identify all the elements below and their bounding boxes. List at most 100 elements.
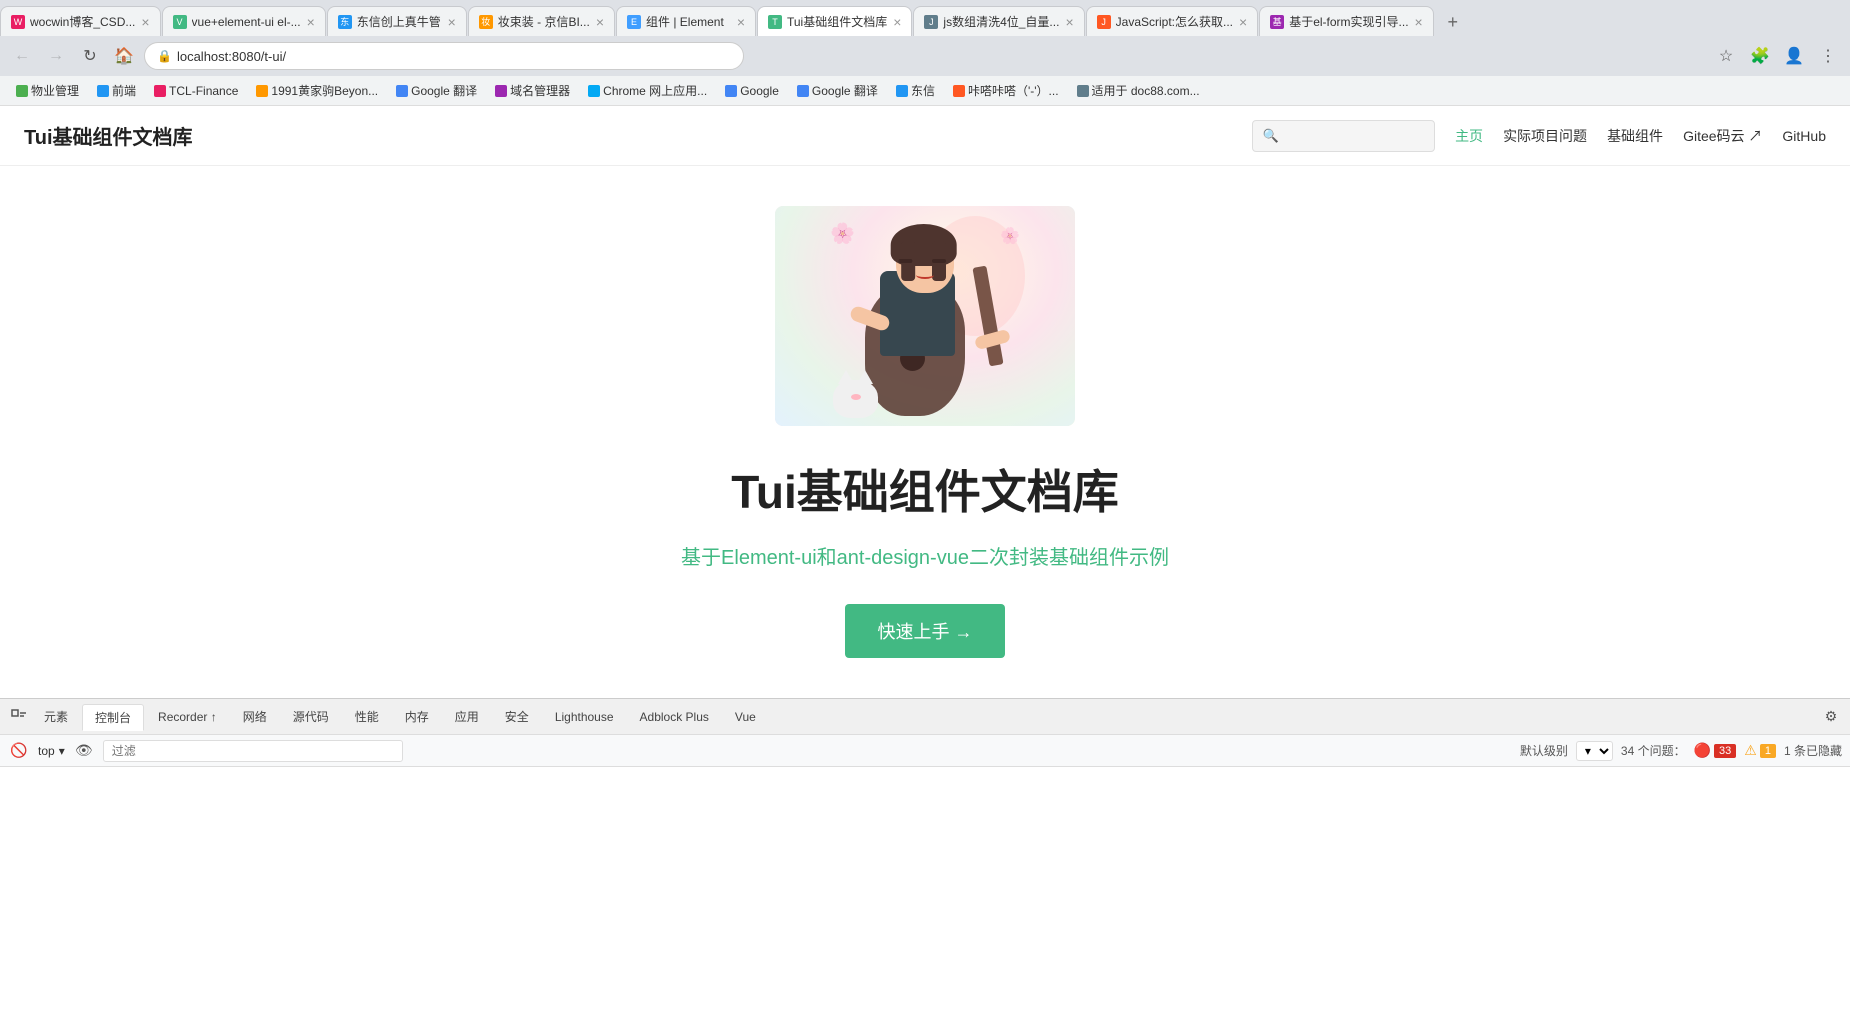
devtools-tab-security[interactable]: 安全: [493, 704, 541, 729]
back-button[interactable]: ←: [8, 42, 36, 70]
tab-favicon-2: V: [173, 15, 187, 29]
devtools-tab-network[interactable]: 网络: [231, 704, 279, 729]
nav-link-issues[interactable]: 实际项目问题: [1503, 126, 1587, 146]
bookmarks-bar: 物业管理 前端 TCL-Finance 1991黄家驹Beyon... Goog…: [0, 76, 1850, 106]
menu-button[interactable]: ⋮: [1814, 42, 1842, 70]
bookmark-favicon-5: [396, 85, 408, 97]
devtools-tab-application[interactable]: 应用: [443, 704, 491, 729]
devtools-tab-memory[interactable]: 内存: [393, 704, 441, 729]
bookmark-5[interactable]: Google 翻译: [388, 80, 485, 101]
forward-button[interactable]: →: [42, 42, 70, 70]
bookmark-label-2: 前端: [112, 82, 136, 99]
tab-1[interactable]: W wocwin博客_CSD... ×: [0, 6, 161, 36]
devtools-tab-elements[interactable]: 元素: [32, 704, 80, 729]
devtools-tab-recorder[interactable]: Recorder ↑: [146, 706, 229, 728]
tab-close-2[interactable]: ×: [301, 14, 315, 30]
tab-close-8[interactable]: ×: [1233, 14, 1247, 30]
bookmark-label-3: TCL-Finance: [169, 84, 238, 98]
search-input[interactable]: [1284, 128, 1424, 143]
nav-search[interactable]: 🔍: [1252, 120, 1435, 152]
profile-button[interactable]: 👤: [1780, 42, 1808, 70]
tab-label-9: 基于el-form实现引导...: [1289, 13, 1408, 30]
bookmark-9[interactable]: Google 翻译: [789, 80, 886, 101]
page-content: Tui基础组件文档库 🔍 主页 实际项目问题 基础组件 Gitee码云 ↗ Gi…: [0, 106, 1850, 698]
tab-9[interactable]: 基 基于el-form实现引导... ×: [1259, 6, 1434, 36]
tab-5[interactable]: E 组件 | Element ×: [616, 6, 756, 36]
filter-input[interactable]: [103, 740, 403, 762]
nav-link-github[interactable]: GitHub: [1782, 128, 1826, 144]
bookmark-7[interactable]: Chrome 网上应用...: [580, 80, 715, 101]
site-logo: Tui基础组件文档库: [24, 121, 193, 150]
tab-close-9[interactable]: ×: [1409, 14, 1423, 30]
bookmark-4[interactable]: 1991黄家驹Beyon...: [248, 80, 386, 101]
reload-button[interactable]: ↻: [76, 42, 104, 70]
nav-link-gitee[interactable]: Gitee码云 ↗: [1683, 126, 1762, 146]
bookmark-favicon-3: [154, 85, 166, 97]
hero-section: 🌸 🌸 Tui基础组件文档库 基于Element-ui和ant-design-v…: [0, 166, 1850, 698]
nav-link-home[interactable]: 主页: [1455, 126, 1483, 146]
tab-close-7[interactable]: ×: [1059, 14, 1073, 30]
devtools-tab-sources[interactable]: 源代码: [281, 704, 341, 729]
devtools-tab-performance[interactable]: 性能: [343, 704, 391, 729]
bookmark-favicon-6: [495, 85, 507, 97]
top-select-arrow: ▾: [59, 744, 65, 758]
tab-6[interactable]: T Tui基础组件文档库 ×: [757, 6, 912, 36]
get-started-button[interactable]: 快速上手 →: [845, 604, 1004, 658]
tab-favicon-7: J: [924, 15, 938, 29]
clear-console-button[interactable]: 🚫: [8, 740, 30, 762]
bookmark-favicon-4: [256, 85, 268, 97]
nav-link-components[interactable]: 基础组件: [1607, 126, 1663, 146]
error-icon: 🔴: [1694, 742, 1711, 759]
devtools-tab-console[interactable]: 控制台: [82, 704, 144, 731]
bookmark-6[interactable]: 域名管理器: [487, 80, 578, 101]
bookmark-label-8: Google: [740, 84, 779, 98]
level-select[interactable]: ▾: [1576, 741, 1613, 761]
devtools-inspect-button[interactable]: [8, 706, 30, 728]
tab-close-3[interactable]: ×: [442, 14, 456, 30]
tab-close-1[interactable]: ×: [135, 14, 149, 30]
tab-7[interactable]: J js数组清洗4位_自量... ×: [913, 6, 1084, 36]
tab-close-6[interactable]: ×: [887, 14, 901, 30]
error-badge: 🔴 33: [1694, 742, 1737, 759]
devtools-tab-vue[interactable]: Vue: [723, 706, 768, 728]
tab-close-5[interactable]: ×: [731, 14, 745, 30]
bookmark-8[interactable]: Google: [717, 82, 787, 100]
anime-illustration: 🌸 🌸: [775, 206, 1075, 426]
bookmark-2[interactable]: 前端: [89, 80, 144, 101]
devtools-tab-lighthouse[interactable]: Lighthouse: [543, 706, 626, 728]
warning-count: 1: [1760, 744, 1776, 758]
bookmark-button[interactable]: ☆: [1712, 42, 1740, 70]
bookmark-10[interactable]: 东信: [888, 80, 943, 101]
hidden-count: 1 条已隐藏: [1784, 742, 1842, 759]
tab-close-4[interactable]: ×: [590, 14, 604, 30]
home-button[interactable]: 🏠: [110, 42, 138, 70]
tab-4[interactable]: 妆 妆束装 - 京信BI... ×: [468, 6, 615, 36]
tab-label-5: 组件 | Element: [646, 13, 724, 30]
tab-3[interactable]: 东 东信创上真牛管 ×: [327, 6, 467, 36]
issues-count: 34 个问题：: [1621, 742, 1686, 759]
devtools-tab-adblock[interactable]: Adblock Plus: [628, 706, 721, 728]
hero-image: 🌸 🌸: [775, 206, 1075, 426]
bookmark-11[interactable]: 咔嗒咔嗒（'-'）...: [945, 80, 1067, 101]
site-nav: Tui基础组件文档库 🔍 主页 实际项目问题 基础组件 Gitee码云 ↗ Gi…: [0, 106, 1850, 166]
bookmark-3[interactable]: TCL-Finance: [146, 82, 246, 100]
warning-badge: ⚠ 1: [1744, 742, 1776, 759]
warning-icon: ⚠: [1744, 742, 1757, 759]
tab-8[interactable]: J JavaScript:怎么获取... ×: [1086, 6, 1259, 36]
tab-favicon-4: 妆: [479, 15, 493, 29]
level-select-label: 默认级别: [1520, 742, 1568, 759]
bookmark-1[interactable]: 物业管理: [8, 80, 87, 101]
new-tab-button[interactable]: +: [1439, 8, 1467, 36]
bookmark-label-4: 1991黄家驹Beyon...: [271, 82, 378, 99]
bookmark-label-6: 域名管理器: [510, 82, 570, 99]
url-bar[interactable]: 🔒 localhost:8080/t-ui/: [144, 42, 744, 70]
tab-2[interactable]: V vue+element-ui el-... ×: [162, 6, 326, 36]
eye-button[interactable]: 👁: [73, 740, 95, 762]
context-select[interactable]: top ▾: [38, 744, 65, 758]
top-label: top: [38, 744, 55, 758]
devtools-settings-button[interactable]: ⚙: [1820, 706, 1842, 728]
extension-button[interactable]: 🧩: [1746, 42, 1774, 70]
hero-title: Tui基础组件文档库: [731, 456, 1119, 522]
bookmark-label-12: 适用于 doc88.com...: [1092, 82, 1200, 99]
bookmark-12[interactable]: 适用于 doc88.com...: [1069, 80, 1208, 101]
